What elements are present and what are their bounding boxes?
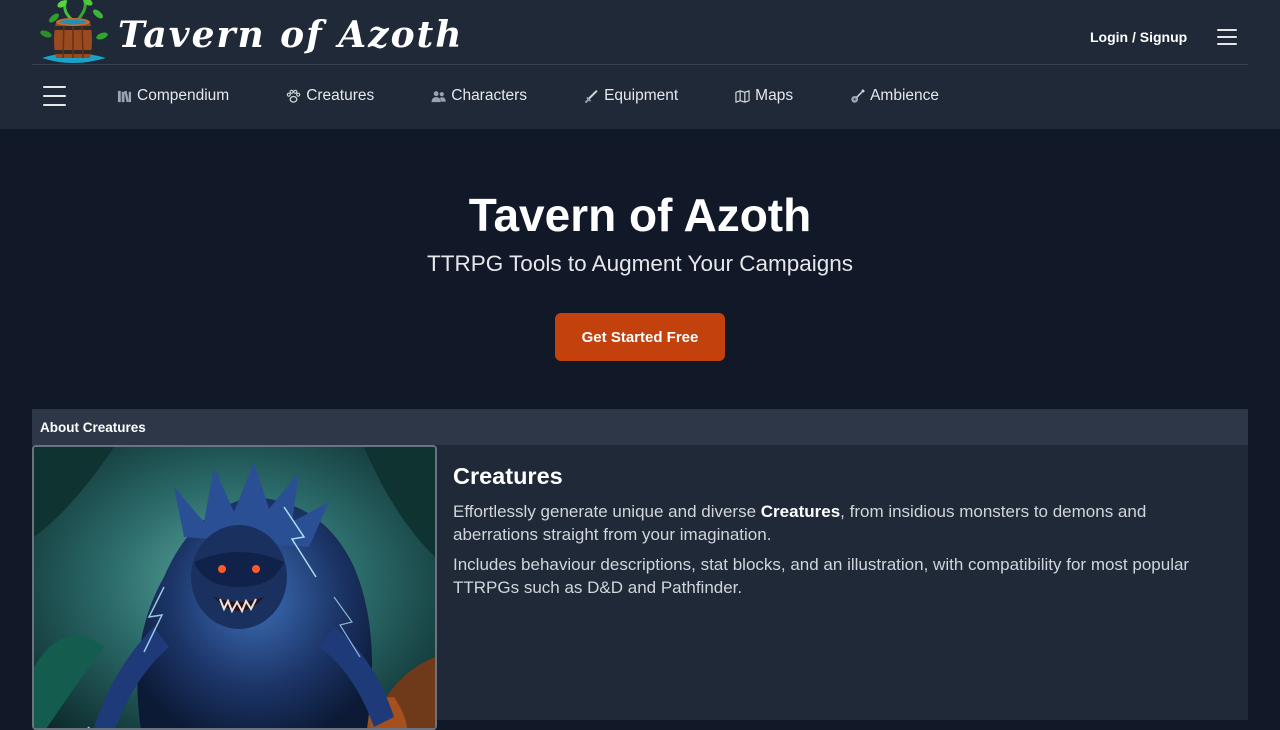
creature-illustration <box>32 445 437 730</box>
guitar-icon <box>849 88 865 104</box>
hamburger-menu-icon-bar <box>1217 43 1237 45</box>
hero-subtitle: TTRPG Tools to Augment Your Campaigns <box>426 251 854 276</box>
sword-icon <box>583 88 599 104</box>
top-menu-button[interactable] <box>1217 29 1237 45</box>
nav-label: Characters <box>451 87 528 104</box>
nav-label: Ambience <box>870 87 940 104</box>
nav-label: Compendium <box>137 87 230 104</box>
paw-icon <box>285 88 301 104</box>
main-nav: Compendium Creatures Characters Equipmen… <box>116 78 939 114</box>
nav-item-ambience[interactable]: Ambience <box>849 78 939 114</box>
users-icon <box>430 88 446 104</box>
nav-menu-button[interactable] <box>43 86 66 106</box>
hamburger-menu-icon <box>1217 29 1237 31</box>
creature-image <box>34 447 435 728</box>
creatures-description: Effortlessly generate unique and diverse… <box>453 500 1223 546</box>
hamburger-menu-icon <box>43 86 66 88</box>
creatures-features: Includes behaviour descriptions, stat bl… <box>453 555 1190 597</box>
creatures-highlight: Creatures <box>760 502 841 521</box>
login-signup-link[interactable]: Login / Signup <box>1090 29 1187 45</box>
desc-text: Effortlessly generate unique and diverse <box>453 502 761 521</box>
panel-title: Creatures <box>453 463 563 489</box>
brand-link[interactable]: Tavern of Azoth <box>32 0 463 64</box>
hamburger-menu-icon-bar <box>1217 36 1237 38</box>
hamburger-menu-icon-bar <box>43 104 66 106</box>
nav-item-equipment[interactable]: Equipment <box>583 78 678 114</box>
header-divider <box>32 64 1248 65</box>
get-started-button[interactable]: Get Started Free <box>555 313 725 361</box>
hamburger-menu-icon-bar <box>43 95 66 97</box>
brand-title: Tavern of Azoth <box>118 14 464 56</box>
map-icon <box>734 88 750 104</box>
nav-label: Maps <box>755 87 794 104</box>
site-header: Tavern of Azoth Login / Signup Compendiu… <box>0 0 1280 129</box>
tavern-barrel-logo-icon <box>40 0 108 63</box>
panel-header: About Creatures <box>32 409 1248 445</box>
nav-item-creatures[interactable]: Creatures <box>285 78 374 114</box>
hero-title: Tavern of Azoth <box>468 189 812 241</box>
nav-item-maps[interactable]: Maps <box>734 78 793 114</box>
nav-item-compendium[interactable]: Compendium <box>116 78 229 114</box>
nav-label: Equipment <box>604 87 679 104</box>
nav-item-characters[interactable]: Characters <box>430 78 527 114</box>
books-icon <box>116 88 132 104</box>
nav-label: Creatures <box>306 87 375 104</box>
